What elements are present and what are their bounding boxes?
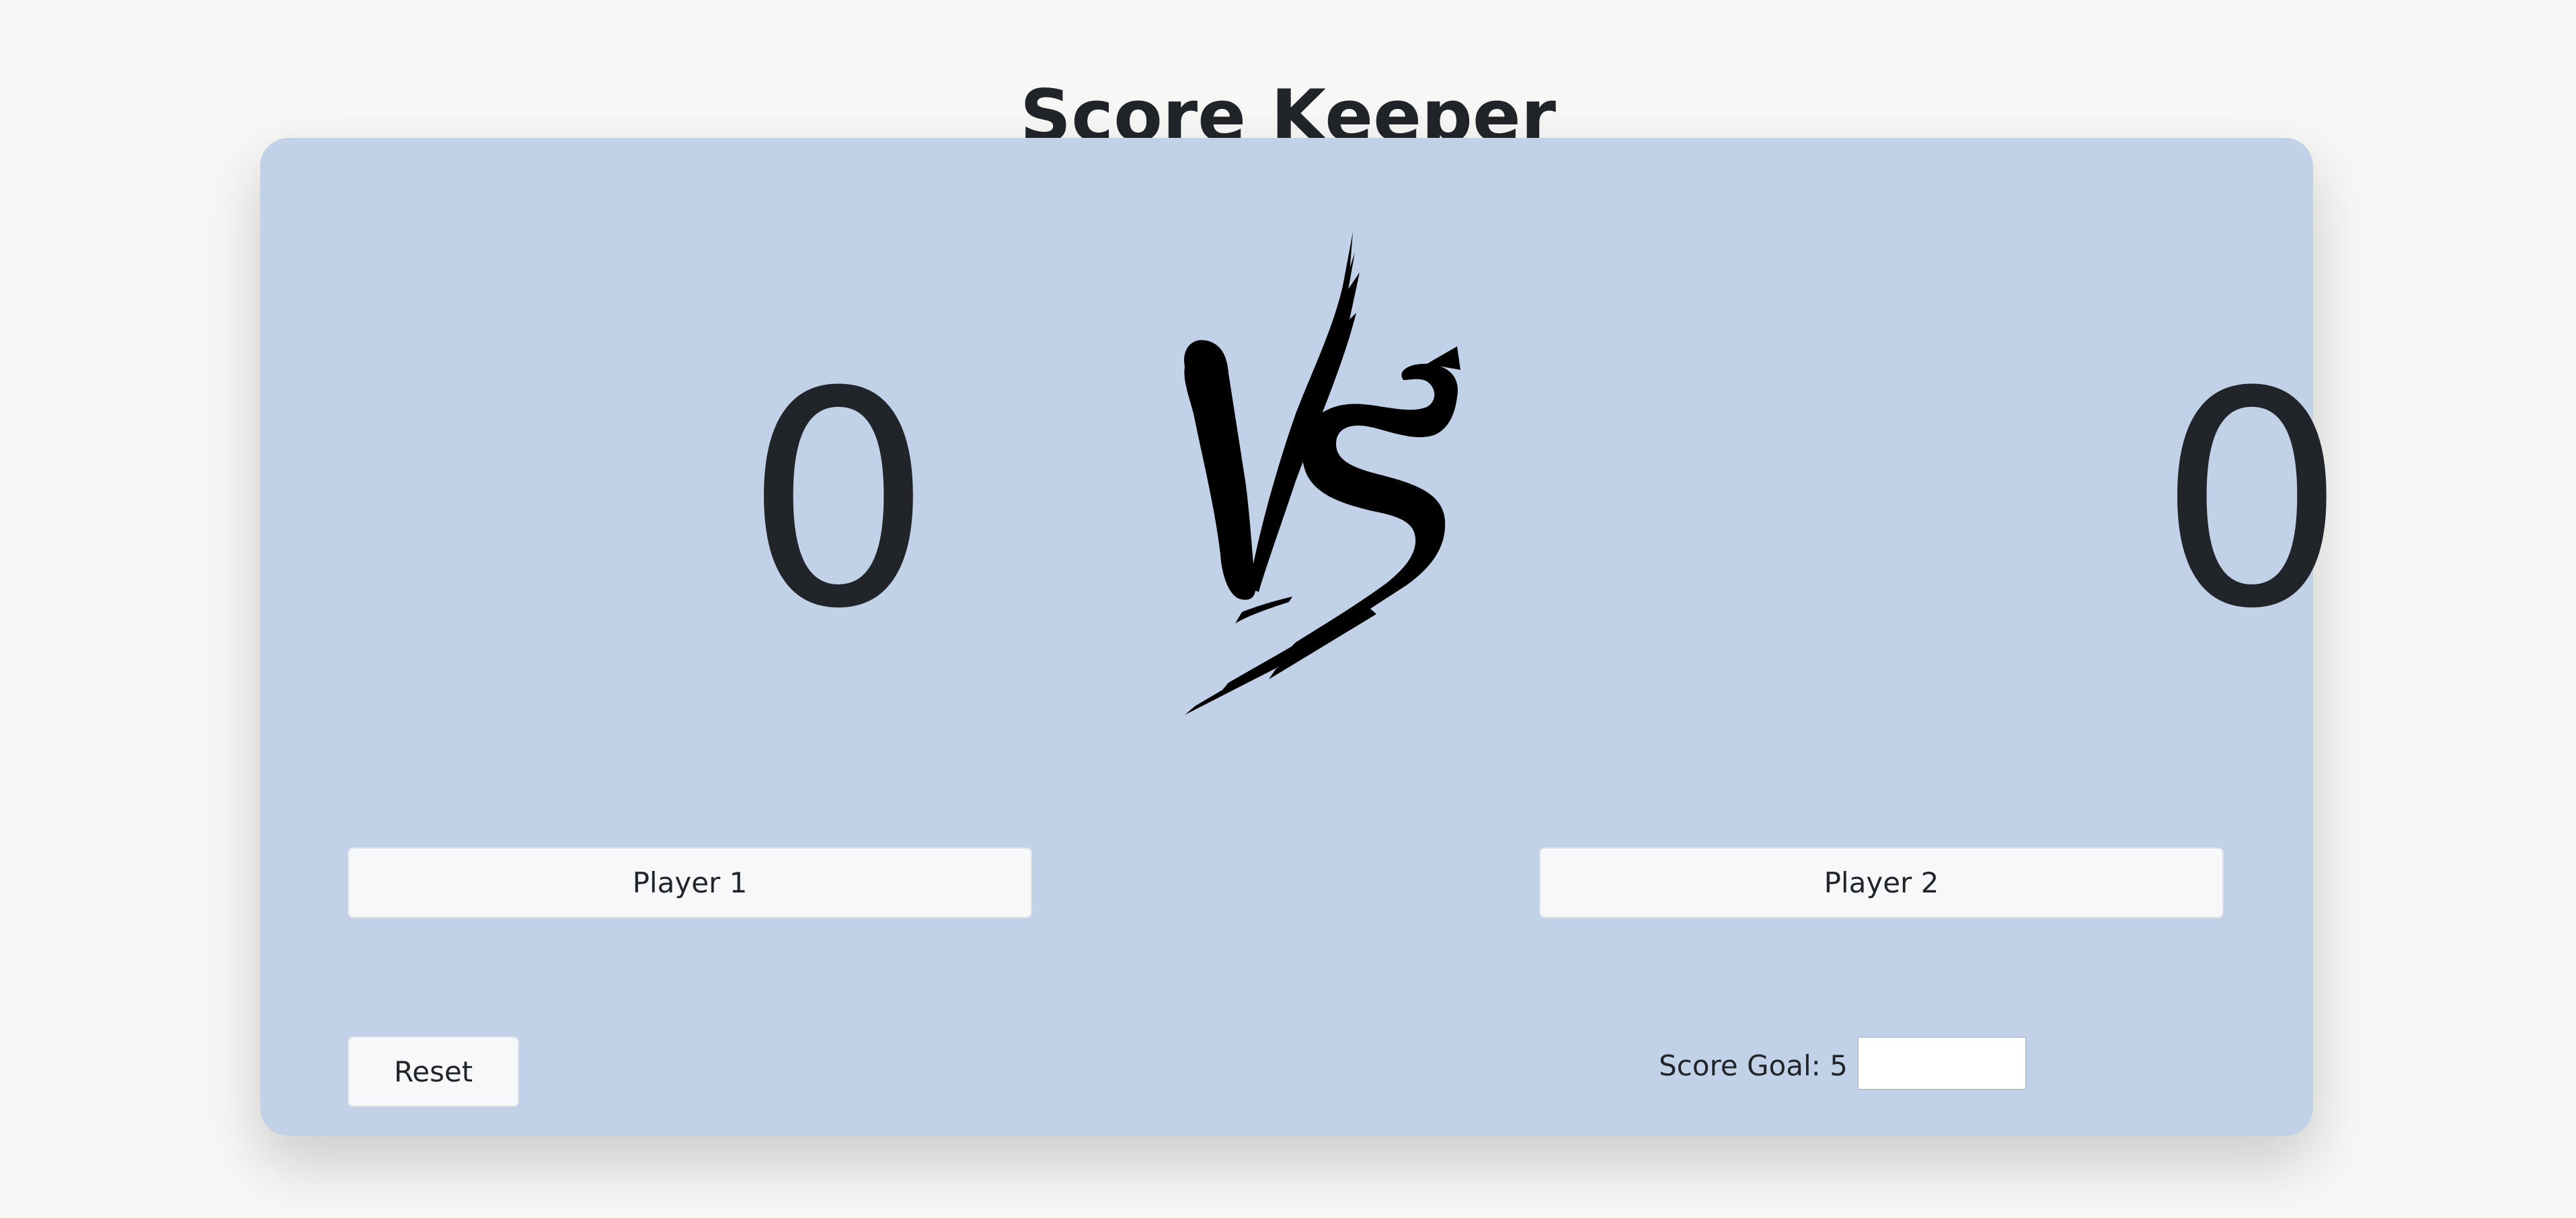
player1-score: 0 — [744, 329, 933, 673]
scoreboard-card: 0 0 Player 1 Player 2 Reset Score Goal: … — [260, 138, 2346, 1136]
score-goal-input[interactable] — [1857, 1036, 2027, 1090]
score-keeper-page: Score Keeper 0 0 Player 1 Player 2 Reset… — [0, 0, 2576, 1218]
reset-button[interactable]: Reset — [348, 1036, 519, 1107]
vs-logo-icon — [1184, 232, 1460, 715]
player2-score: 0 — [2158, 329, 2346, 673]
score-goal-label: Score Goal: 5 — [1659, 1049, 1848, 1082]
player1-button[interactable]: Player 1 — [348, 847, 1032, 918]
player2-button[interactable]: Player 2 — [1539, 847, 2224, 918]
